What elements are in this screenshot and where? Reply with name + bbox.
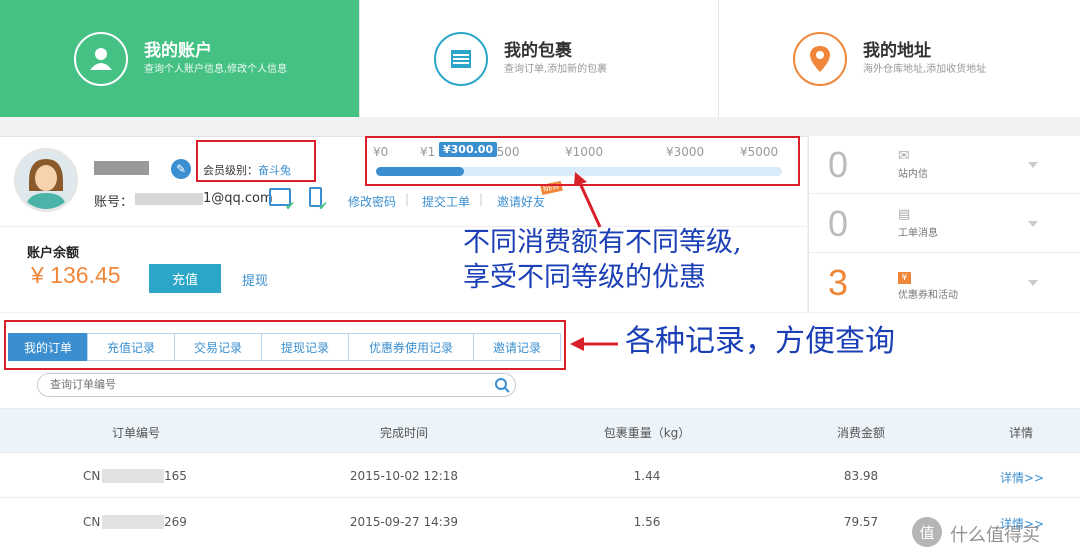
nav-card-title: 我的地址 [863,40,931,61]
member-level-value[interactable]: 奋斗兔 [258,164,291,177]
watermark-text: 什么值得买 [950,525,1040,546]
annotation-arrow-left-icon [570,337,618,351]
stat-count: 0 [827,202,849,244]
annotation-levels-line1: 不同消费额有不同等级, [463,227,742,258]
package-weight: 1.56 [633,515,661,529]
stat-label: 优惠券和活动 [898,290,958,301]
tab-my-orders[interactable]: 我的订单 [8,333,88,361]
check-icon: ✔ [285,199,296,213]
annotation-arrow-up-icon [574,172,602,228]
package-icon [434,31,488,86]
chevron-down-icon [1028,161,1038,168]
column-header: 订单编号 [111,426,160,440]
annotation-tabs-note: 各种记录，方便查询 [625,324,895,359]
avatar[interactable] [14,148,78,212]
level-tick: ¥3000 [666,145,705,159]
column-header: 包裹重量（kg） [603,426,691,440]
search-icon[interactable] [494,377,511,394]
stat-count: 3 [827,262,849,303]
tab-withdraw-records[interactable]: 提现记录 [261,333,349,361]
completion-time: 2015-10-02 12:18 [349,469,459,483]
member-level-label: 会员级别： [203,164,258,177]
edit-pencil-icon[interactable]: ✎ [171,159,191,179]
nav-card-address[interactable]: 我的地址 海外仓库地址,添加收货地址 [718,0,1080,117]
nav-card-account[interactable]: 我的账户 查询个人账户信息,修改个人信息 [0,0,359,117]
stat-ticket-messages[interactable]: 0 ▤ 工单消息 [808,195,1080,253]
coupon-icon: ¥ [898,272,911,284]
account-line: 账号： [94,191,133,210]
recharge-button[interactable]: 充值 [149,264,221,293]
tab-recharge-records[interactable]: 充值记录 [87,333,175,361]
nav-card-title: 我的包裹 [504,40,572,61]
column-header: 消费金额 [836,426,885,440]
separator: | [405,192,410,206]
nav-card-subtitle: 查询个人账户信息,修改个人信息 [144,63,288,75]
nav-card-subtitle: 查询订单,添加新的包裹 [504,63,608,75]
order-search-box[interactable] [37,373,516,397]
level-tick: ¥5000 [740,145,779,159]
account-label: 账号： [94,195,134,210]
order-search-input[interactable] [50,378,480,391]
order-id-suffix: 165 [164,469,187,483]
account-redacted [135,193,203,205]
withdraw-link[interactable]: 提现 [242,270,268,289]
check-icon: ✔ [318,199,329,213]
column-header: 完成时间 [379,426,428,440]
package-weight: 1.44 [633,469,661,483]
username-redacted [94,161,149,175]
location-pin-icon [793,31,847,86]
chevron-down-icon [1028,280,1038,286]
invite-friends-link[interactable]: 邀请好友 [497,193,545,210]
annotation-levels-line2: 享受不同等级的优惠 [463,262,706,293]
stat-label: 工单消息 [898,228,938,239]
details-link[interactable]: 详情>> [1000,469,1044,486]
level-tick: ¥1000 [565,145,604,159]
balance-label: 账户余额 [27,246,80,261]
order-id-redacted [102,469,164,483]
nav-card-title: 我的账户 [144,40,212,61]
order-id-redacted [102,515,164,529]
stat-inbox[interactable]: 0 ✉ 站内信 [808,136,1080,194]
account-email: 1@qq.com [203,191,273,206]
chevron-down-icon [1028,220,1038,227]
stat-label: 站内信 [898,169,928,180]
order-id-prefix: CN [83,515,101,529]
order-amount: 83.98 [843,469,879,483]
ticket-icon: ▤ [898,207,911,222]
user-icon [74,31,128,86]
tab-invite-records[interactable]: 邀请记录 [473,333,561,361]
order-id-suffix: 269 [164,515,187,529]
order-id-prefix: CN [83,469,101,483]
level-tick: ¥1 [420,145,436,159]
column-header: 详情 [1008,426,1033,440]
watermark-logo-icon: 值 [912,517,942,547]
member-level: 会员级别：奋斗兔 [203,162,291,178]
completion-time: 2015-09-27 14:39 [349,515,459,529]
nav-card-subtitle: 海外仓库地址,添加收货地址 [863,63,987,75]
stat-count: 0 [827,143,849,185]
balance-amount: ¥ 136.45 [31,262,121,288]
separator: | [479,192,484,206]
tab-transaction-records[interactable]: 交易记录 [174,333,262,361]
change-password-link[interactable]: 修改密码 [348,193,396,210]
stat-coupons[interactable]: 3 ¥ 优惠券和活动 [808,254,1080,312]
tab-coupon-records[interactable]: 优惠券使用记录 [348,333,474,361]
current-level-tag: ¥300.00 [439,142,498,157]
mail-icon: ✉ [898,148,910,164]
level-tick: ¥0 [373,145,389,159]
level-progress-fill [376,167,464,176]
nav-card-packages[interactable]: 我的包裹 查询订单,添加新的包裹 [359,0,718,117]
submit-ticket-link[interactable]: 提交工单 [422,193,470,210]
